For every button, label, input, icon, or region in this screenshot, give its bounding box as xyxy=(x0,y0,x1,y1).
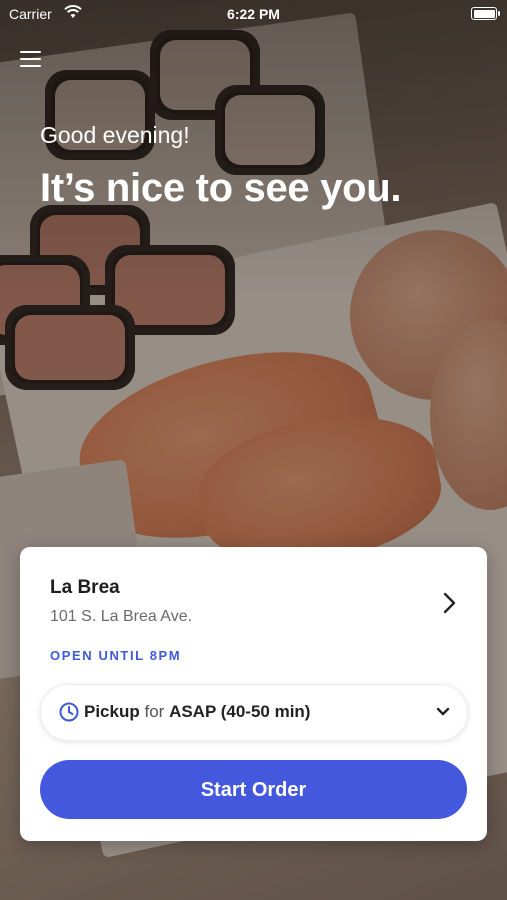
clock-icon xyxy=(58,701,80,723)
hours-label: OPEN UNTIL 8PM xyxy=(50,648,182,663)
chevron-down-icon xyxy=(435,705,451,719)
start-order-button[interactable]: Start Order xyxy=(40,760,467,819)
greeting-text: Good evening! xyxy=(40,122,190,148)
headline-text: It’s nice to see you. xyxy=(40,166,402,210)
location-address: 101 S. La Brea Ave. xyxy=(50,608,193,625)
order-mode-text: Pickup for ASAP (40-50 min) xyxy=(84,702,310,722)
menu-icon[interactable] xyxy=(20,49,42,67)
clock-time: 6:22 PM xyxy=(227,6,280,22)
order-mode-time: ASAP (40-50 min) xyxy=(169,702,311,721)
chevron-right-icon[interactable] xyxy=(437,590,461,616)
order-mode-connector: for xyxy=(144,702,165,721)
status-bar: Carrier 6:22 PM xyxy=(0,0,507,30)
location-card: La Brea 101 S. La Brea Ave. OPEN UNTIL 8… xyxy=(20,547,487,841)
order-mode-selector[interactable]: Pickup for ASAP (40-50 min) xyxy=(40,684,468,741)
location-name[interactable]: La Brea xyxy=(50,577,120,599)
battery-icon xyxy=(471,7,500,20)
order-mode-type: Pickup xyxy=(84,702,140,721)
